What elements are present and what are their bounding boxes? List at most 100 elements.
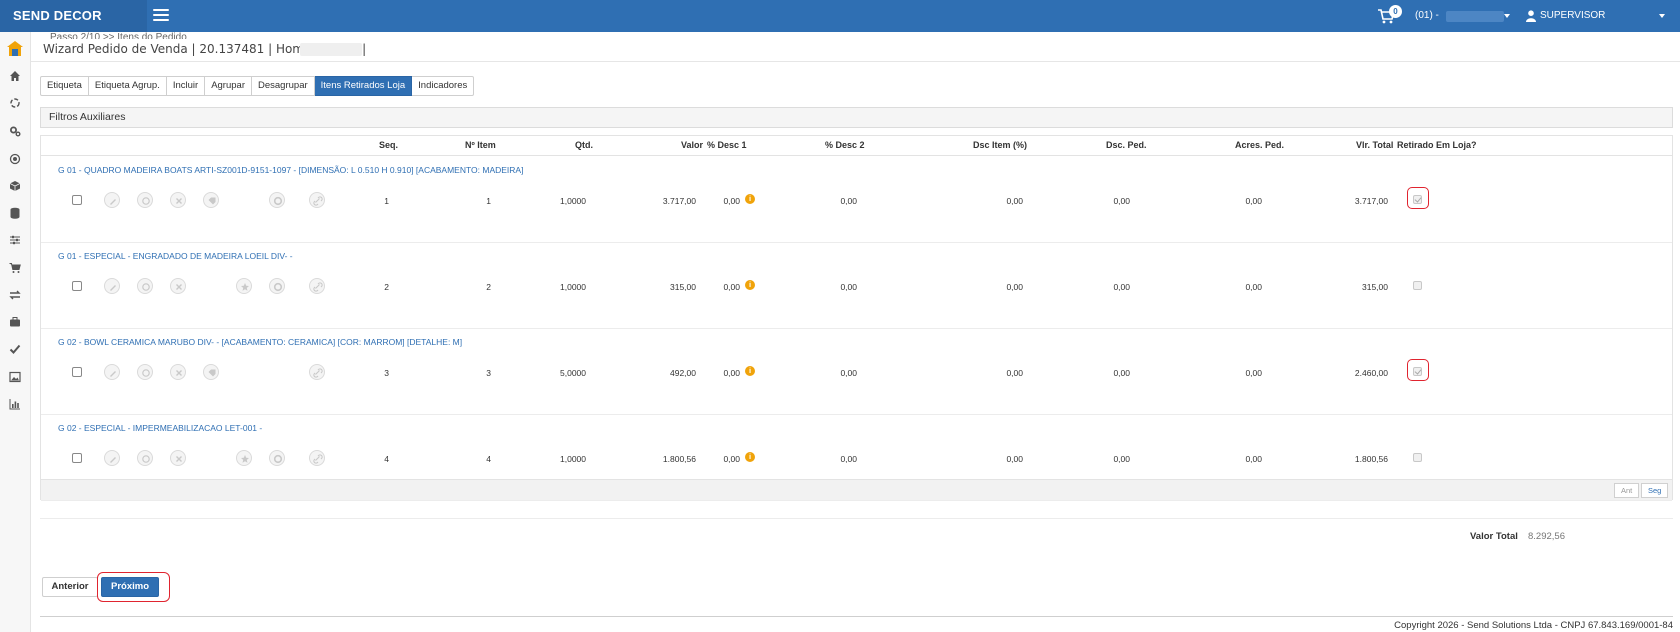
column-acres-ped[interactable]: Acres. Ped. <box>1235 140 1284 150</box>
remove-icon[interactable] <box>170 364 186 380</box>
bar-chart-icon[interactable] <box>9 398 21 410</box>
link-icon[interactable] <box>309 364 325 380</box>
chevron-down-icon[interactable] <box>1504 14 1510 18</box>
link-icon[interactable] <box>309 450 325 466</box>
row-select-checkbox[interactable] <box>72 281 82 291</box>
tab-agrupar[interactable]: Agrupar <box>205 76 252 96</box>
history-icon[interactable] <box>137 192 153 208</box>
brand-logo[interactable]: SEND DECOR <box>0 0 147 32</box>
chevron-down-icon[interactable] <box>1659 14 1665 18</box>
total-value: 8.292,56 <box>1528 531 1565 542</box>
cell-seq: 1 <box>384 196 389 206</box>
exchange-icon[interactable] <box>9 289 21 301</box>
column-dsc-item[interactable]: Dsc Item (%) <box>973 140 1027 150</box>
tab-etiqueta-agrup[interactable]: Etiqueta Agrup. <box>88 76 167 96</box>
sliders-icon[interactable] <box>9 234 21 246</box>
refresh-icon[interactable] <box>9 97 21 109</box>
cart-count-badge: 0 <box>1389 5 1402 18</box>
info-icon[interactable]: i <box>745 280 755 290</box>
tab-etiqueta[interactable]: Etiqueta <box>40 76 89 96</box>
column-dsc-ped[interactable]: Dsc. Ped. <box>1106 140 1147 150</box>
remove-icon[interactable] <box>170 192 186 208</box>
pager-prev-button[interactable]: Ant <box>1614 483 1640 498</box>
check-icon[interactable] <box>9 343 21 355</box>
column-retirado[interactable]: Retirado Em Loja? <box>1397 140 1477 150</box>
remove-icon[interactable] <box>170 278 186 294</box>
info-icon[interactable]: i <box>745 366 755 376</box>
cell-dsc-item: 0,00 <box>1006 368 1023 378</box>
cell-dsc-ped: 0,00 <box>1113 282 1130 292</box>
edit-icon[interactable] <box>104 364 120 380</box>
filters-panel-header[interactable]: Filtros Auxiliares <box>40 107 1673 128</box>
user-menu[interactable]: SUPERVISOR (SUPERVISOR) <box>1540 0 1680 64</box>
info-icon[interactable]: i <box>745 452 755 462</box>
column-desc1[interactable]: % Desc 1 <box>707 140 747 150</box>
tag-icon[interactable] <box>203 192 219 208</box>
menu-toggle-icon[interactable] <box>153 9 169 23</box>
row-select-checkbox[interactable] <box>72 367 82 377</box>
user-icon <box>1526 10 1536 22</box>
next-button[interactable]: Próximo <box>101 577 159 597</box>
cell-desc2: 0,00 <box>840 196 857 206</box>
product-title-link[interactable]: G 01 - ESPECIAL - ENGRADADO DE MADEIRA L… <box>58 251 293 261</box>
tab-indicadores[interactable]: Indicadores <box>412 76 475 96</box>
column-item[interactable]: Nº Item <box>465 140 496 150</box>
cell-acres: 0,00 <box>1245 282 1262 292</box>
tab-desagrupar[interactable]: Desagrupar <box>252 76 315 96</box>
cell-qtd: 1,0000 <box>560 454 586 464</box>
pager-next-button[interactable]: Seg <box>1641 483 1669 498</box>
copyright: Copyright 2026 - Send Solutions Ltda - C… <box>1394 620 1673 631</box>
column-desc2[interactable]: % Desc 2 <box>825 140 865 150</box>
home-icon[interactable] <box>9 70 21 82</box>
cell-qtd: 1,0000 <box>560 282 586 292</box>
image-icon[interactable] <box>9 371 21 383</box>
row-select-checkbox[interactable] <box>72 453 82 463</box>
divider <box>40 518 1673 519</box>
target-icon[interactable] <box>9 153 21 165</box>
divider <box>31 61 1680 62</box>
logo-icon[interactable] <box>6 40 24 58</box>
product-title-link[interactable]: G 02 - ESPECIAL - IMPERMEABILIZACAO LET-… <box>58 423 262 433</box>
settings-icon[interactable] <box>269 192 285 208</box>
edit-icon[interactable] <box>104 278 120 294</box>
history-icon[interactable] <box>137 364 153 380</box>
database-icon[interactable] <box>9 207 21 219</box>
cart-icon[interactable] <box>9 262 21 274</box>
divider <box>40 616 1673 617</box>
cell-seq: 2 <box>384 282 389 292</box>
settings-icon[interactable] <box>269 450 285 466</box>
store-selector[interactable]: (01) - <box>1415 0 1439 32</box>
column-qtd[interactable]: Qtd. <box>575 140 593 150</box>
history-icon[interactable] <box>137 450 153 466</box>
tab-incluir[interactable]: Incluir <box>166 76 206 96</box>
star-icon[interactable] <box>236 450 252 466</box>
star-icon[interactable] <box>236 278 252 294</box>
cogs-icon[interactable] <box>9 125 21 137</box>
grid-footer: Ant Seg <box>41 479 1672 500</box>
cell-desc1: 0,00 <box>723 282 740 292</box>
tab-itens-retirados-loja[interactable]: Itens Retirados Loja <box>314 76 413 96</box>
cube-icon[interactable] <box>9 180 21 192</box>
history-icon[interactable] <box>137 278 153 294</box>
product-title-link[interactable]: G 02 - BOWL CERAMICA MARUBO DIV- - [ACAB… <box>58 337 462 347</box>
total-label: Valor Total <box>1470 531 1518 542</box>
cell-total: 1.800,56 <box>1354 454 1388 464</box>
briefcase-icon[interactable] <box>9 316 21 328</box>
cell-seq: 4 <box>384 454 389 464</box>
link-icon[interactable] <box>309 192 325 208</box>
link-icon[interactable] <box>309 278 325 294</box>
previous-button[interactable]: Anterior <box>42 577 98 597</box>
column-valor[interactable]: Valor <box>681 140 703 150</box>
column-vlr-total[interactable]: Vlr. Total <box>1356 140 1393 150</box>
column-seq[interactable]: Seq. <box>379 140 398 150</box>
cell-dsc-item: 0,00 <box>1006 282 1023 292</box>
edit-icon[interactable] <box>104 192 120 208</box>
row-select-checkbox[interactable] <box>72 195 82 205</box>
info-icon[interactable]: i <box>745 194 755 204</box>
tag-icon[interactable] <box>203 364 219 380</box>
remove-icon[interactable] <box>170 450 186 466</box>
breadcrumb: Passo 2/10 >> Itens do Pedido <box>50 32 187 39</box>
settings-icon[interactable] <box>269 278 285 294</box>
edit-icon[interactable] <box>104 450 120 466</box>
product-title-link[interactable]: G 01 - QUADRO MADEIRA BOATS ARTI-SZ001D-… <box>58 165 523 175</box>
